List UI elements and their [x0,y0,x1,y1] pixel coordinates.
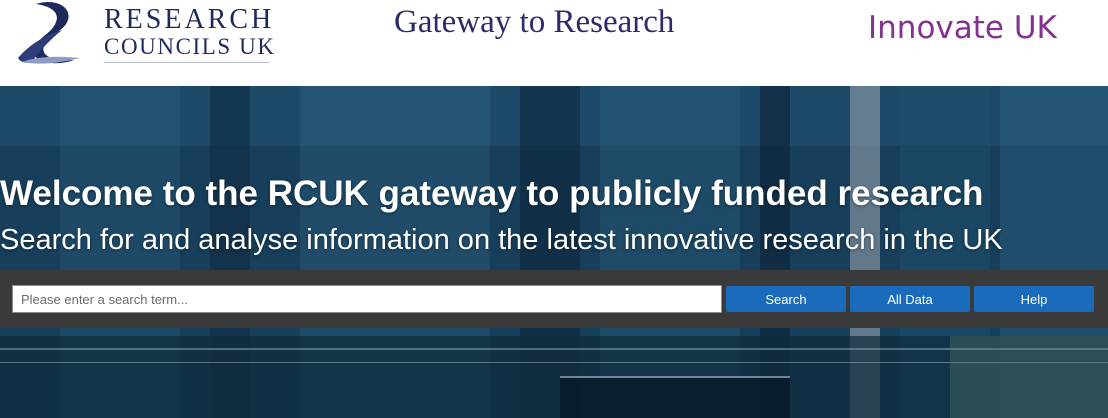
search-bar: Search All Data Help [0,270,1108,328]
help-button[interactable]: Help [974,286,1094,312]
rcuk-swoosh-icon [18,1,80,64]
site-header: RESEARCH COUNCILS UK Gateway to Research… [0,0,1108,86]
search-input[interactable] [12,285,722,313]
all-data-button[interactable]: All Data [850,286,970,312]
rcuk-logo-line2: COUNCILS UK [104,34,276,59]
hero-subheading: Search for and analyse information on th… [0,224,1003,256]
search-button[interactable]: Search [726,286,846,312]
innovate-uk-logo[interactable]: Innovate UK [868,10,1057,46]
site-title[interactable]: Gateway to Research [394,4,674,41]
hero-banner: Welcome to the RCUK gateway to publicly … [0,86,1108,418]
rcuk-logo-line1: RESEARCH [104,4,275,35]
hero-heading: Welcome to the RCUK gateway to publicly … [0,174,984,213]
rcuk-logo[interactable]: RESEARCH COUNCILS UK [14,0,274,70]
rcuk-logo-rule [104,62,269,63]
